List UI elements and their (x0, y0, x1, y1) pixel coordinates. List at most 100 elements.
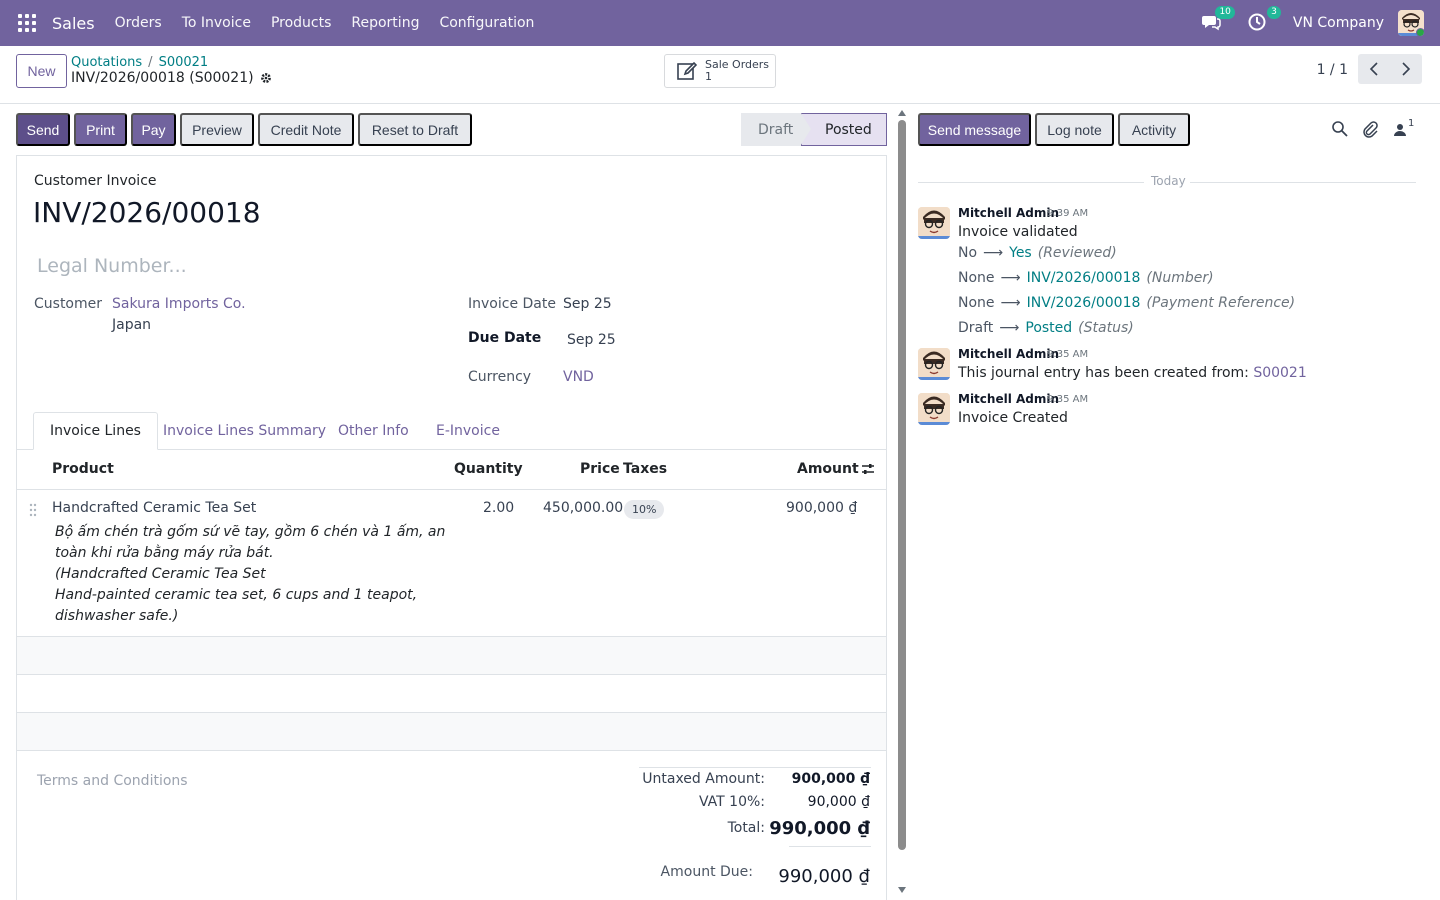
arrow-right-icon: ⟶ (1000, 270, 1021, 286)
breadcrumb-order[interactable]: S00021 (159, 55, 209, 70)
tab-e-invoice[interactable]: E-Invoice (436, 412, 500, 450)
currency-link[interactable]: VND (563, 369, 594, 385)
gear-icon[interactable] (260, 72, 272, 84)
drag-handle-icon[interactable] (29, 503, 37, 517)
activity-clock-icon[interactable]: 3 (1247, 6, 1281, 34)
new-button[interactable]: New (16, 54, 67, 88)
tracking-new-value: INV/2026/00018 (1026, 295, 1141, 311)
column-amount[interactable]: Amount (797, 461, 859, 477)
invoice-date-label: Invoice Date (468, 296, 556, 312)
sale-orders-smart-button[interactable]: Sale Orders 1 (664, 54, 776, 88)
column-taxes[interactable]: Taxes (623, 461, 667, 477)
avatar[interactable] (918, 393, 950, 425)
reset-to-draft-button[interactable]: Reset to Draft (358, 113, 472, 146)
message-body: Invoice validated (958, 224, 1078, 240)
invoice-date-field[interactable]: Sep 25 (563, 296, 612, 312)
stage-posted[interactable]: Posted (801, 113, 887, 146)
control-panel: New Quotations / S00021 INV/2026/00018 (S0… (0, 46, 1440, 104)
line-quantity: 2.00 (483, 500, 515, 516)
row-divider (17, 674, 886, 675)
message-body: This journal entry has been created from… (958, 365, 1307, 381)
tab-invoice-lines-summary[interactable]: Invoice Lines Summary (163, 412, 326, 450)
pay-button[interactable]: Pay (131, 113, 176, 146)
row-divider (17, 750, 886, 751)
column-product[interactable]: Product (52, 461, 114, 477)
company-switcher[interactable]: VN Company (1293, 15, 1384, 31)
followers-icon[interactable]: 1 (1394, 118, 1418, 138)
column-price[interactable]: Price (580, 461, 620, 477)
due-date-field[interactable]: Sep 25 (567, 332, 616, 348)
activity-button[interactable]: Activity (1118, 113, 1190, 146)
customer-link[interactable]: Sakura Imports Co. (112, 296, 246, 312)
column-quantity[interactable]: Quantity (454, 461, 523, 477)
pager-next-button[interactable] (1390, 54, 1422, 84)
apps-menu-icon[interactable] (18, 14, 36, 32)
terms-and-conditions-input[interactable]: Terms and Conditions (37, 773, 188, 789)
messaging-icon[interactable]: 10 (1201, 6, 1235, 34)
followers-count: 1 (1408, 118, 1415, 129)
stage-draft[interactable]: Draft (741, 113, 801, 146)
tab-invoice-lines[interactable]: Invoice Lines (33, 412, 158, 450)
log-note-button[interactable]: Log note (1035, 113, 1114, 146)
customer-country: Japan (112, 317, 152, 333)
print-button[interactable]: Print (74, 113, 127, 146)
smart-button-label: Sale Orders (705, 58, 770, 71)
record-title: INV/2026/00018 (S00021) (71, 70, 272, 86)
message-body-text: This journal entry has been created from… (958, 365, 1249, 381)
top-navbar: Sales Orders To Invoice Products Reporti… (0, 0, 1440, 46)
pager-previous-button[interactable] (1358, 54, 1390, 84)
total-label: Total: (727, 820, 765, 836)
tab-other-info[interactable]: Other Info (338, 412, 409, 450)
message-author[interactable]: Mitchell Admin (958, 392, 1059, 406)
search-icon[interactable] (1331, 120, 1349, 138)
column-settings-icon[interactable] (861, 462, 875, 480)
message-author[interactable]: Mitchell Admin (958, 206, 1059, 220)
line-description-text: toàn khi rửa bằng máy rửa bát. (55, 545, 274, 561)
status-bar: Draft Posted (741, 113, 887, 146)
message-body: Invoice Created (958, 410, 1068, 426)
arrow-right-icon: ⟶ (1000, 295, 1021, 311)
avatar[interactable] (918, 207, 950, 239)
send-message-button[interactable]: Send message (918, 113, 1031, 146)
paperclip-icon[interactable] (1361, 120, 1379, 138)
tracking-value: None ⟶ INV/2026/00018 (Number) (958, 270, 1214, 286)
form-scrollbar[interactable] (898, 120, 906, 850)
empty-row (17, 637, 886, 675)
amount-due-label: Amount Due: (660, 864, 753, 880)
scroll-down-arrow[interactable] (898, 887, 906, 893)
edit-document-icon (677, 61, 698, 80)
line-tax-badge: 10% (624, 500, 665, 519)
send-button[interactable]: Send (16, 113, 70, 146)
arrow-right-icon: ⟶ (983, 245, 1004, 261)
scroll-up-arrow[interactable] (898, 110, 906, 116)
pager-value[interactable]: 1 / 1 (1317, 62, 1348, 78)
message-time: 9:35 AM (1047, 349, 1089, 360)
stage-arrow (801, 113, 811, 145)
tracking-field-name: (Status) (1078, 320, 1134, 336)
legal-number-input[interactable]: Legal Number... (37, 255, 187, 277)
breadcrumb-quotations[interactable]: Quotations (71, 55, 142, 70)
line-product[interactable]: Handcrafted Ceramic Tea Set (52, 500, 256, 516)
preview-button[interactable]: Preview (180, 113, 254, 146)
message-author[interactable]: Mitchell Admin (958, 347, 1059, 361)
user-avatar[interactable] (1398, 10, 1424, 36)
message-source-link[interactable]: S00021 (1253, 365, 1306, 381)
app-name[interactable]: Sales (52, 14, 95, 33)
menu-configuration[interactable]: Configuration (429, 15, 544, 31)
vat-label: VAT 10%: (698, 794, 765, 810)
tracking-value: Draft ⟶ Posted (Status) (958, 320, 1134, 336)
menu-orders[interactable]: Orders (105, 15, 172, 31)
date-separator-line (1190, 182, 1416, 183)
tracking-new-value: Yes (1009, 245, 1032, 261)
avatar[interactable] (918, 348, 950, 380)
menu-products[interactable]: Products (261, 15, 341, 31)
chevron-right-icon (1402, 62, 1411, 76)
invoice-type-label: Customer Invoice (34, 173, 157, 189)
menu-to-invoice[interactable]: To Invoice (172, 15, 261, 31)
line-description-text: Hand-painted ceramic tea set, 6 cups and… (55, 587, 418, 603)
online-status-dot (1416, 28, 1424, 36)
credit-note-button[interactable]: Credit Note (258, 113, 354, 146)
menu-reporting[interactable]: Reporting (341, 15, 429, 31)
amount-due-value: 990,000 ₫ (778, 866, 870, 887)
main-menu: Orders To Invoice Products Reporting Con… (105, 15, 545, 31)
